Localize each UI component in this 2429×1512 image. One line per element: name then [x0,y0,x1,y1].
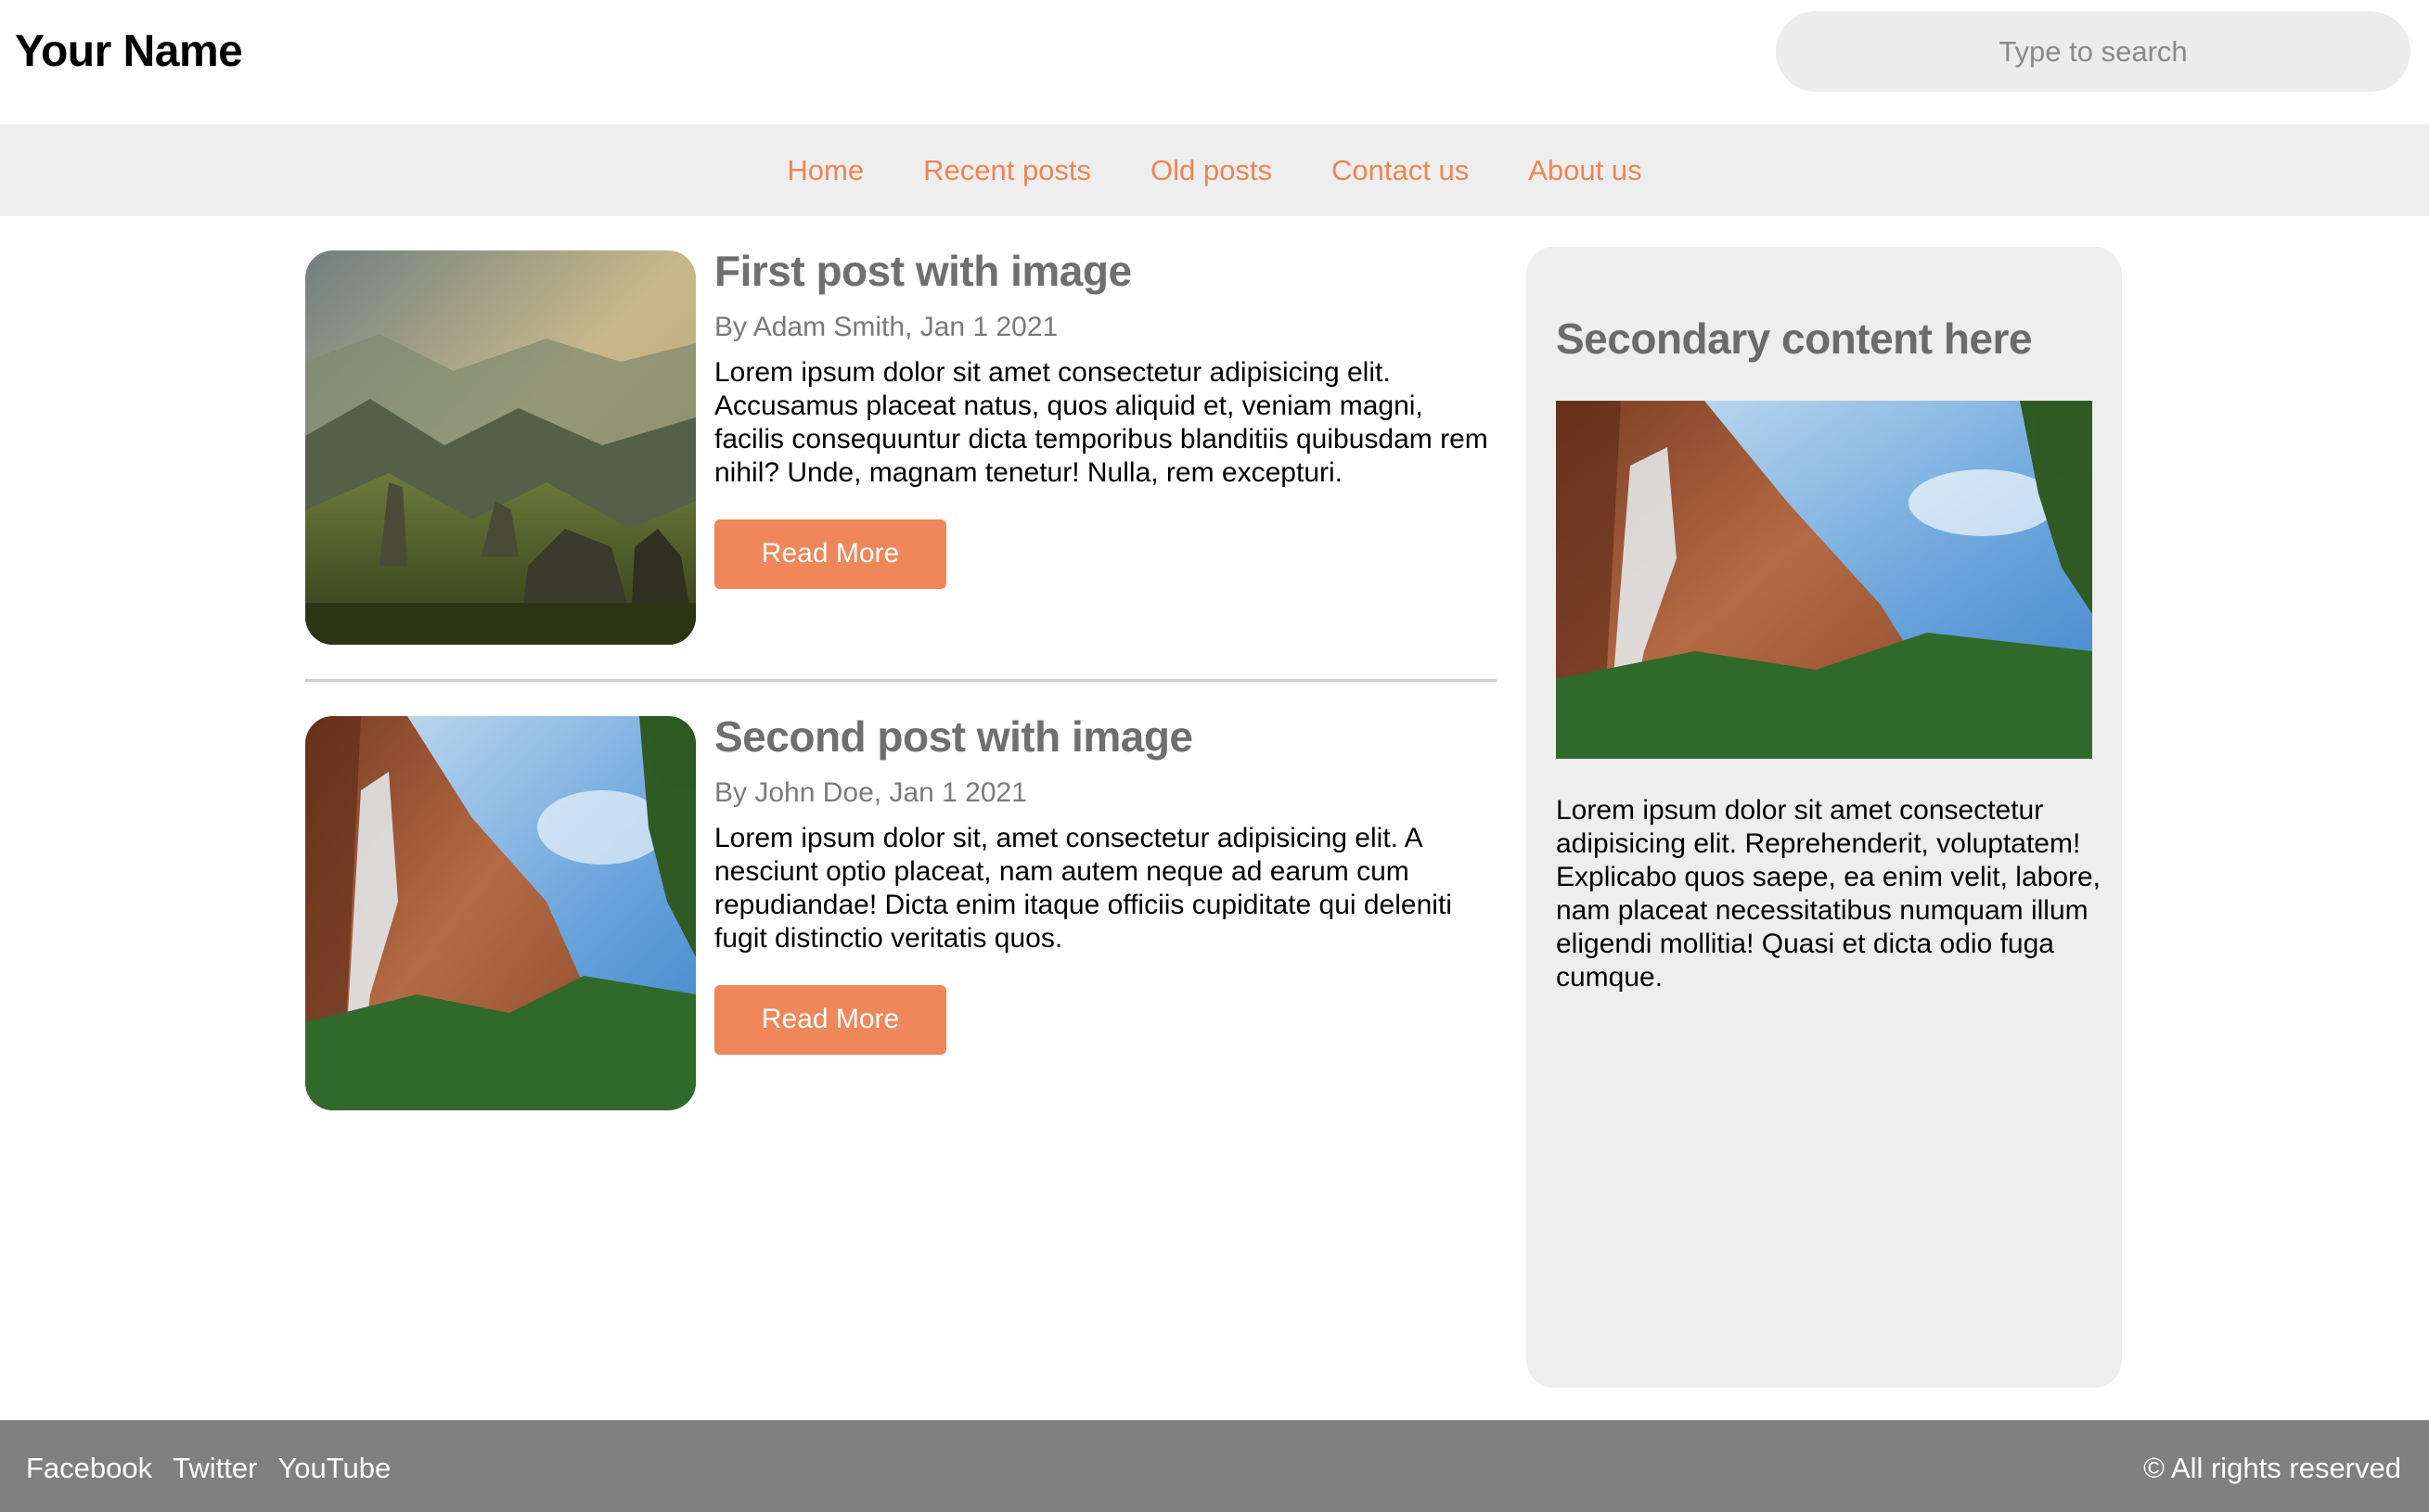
post-image-mountain [305,250,696,645]
youtube-link[interactable]: YouTube [277,1452,391,1485]
site-header: Your Name [0,0,2429,124]
nav-item-contact-us[interactable]: Contact us [1331,150,1469,191]
facebook-link[interactable]: Facebook [26,1452,152,1485]
main-nav: Home Recent posts Old posts Contact us A… [0,124,2429,216]
search-input[interactable] [1776,11,2410,92]
site-footer: Facebook Twitter YouTube © All rights re… [0,1420,2429,1512]
secondary-body: Lorem ipsum dolor sit amet consectetur a… [1556,795,2101,993]
post-title: Second post with image [714,712,1193,761]
site-brand: Your Name [15,27,243,76]
post-image-canyon [305,716,696,1110]
read-more-button[interactable]: Read More [714,984,946,1055]
twitter-link[interactable]: Twitter [173,1452,257,1485]
post-content: First post with image By Adam Smith, Jan… [714,247,1497,589]
post-byline: By John Doe, Jan 1 2021 [714,776,1027,808]
post-content: Second post with image By John Doe, Jan … [714,712,1497,1055]
copyright-text: © All rights reserved [2143,1452,2401,1484]
post-title: First post with image [714,247,1132,295]
post-body: Lorem ipsum dolor sit amet consectetur a… [714,356,1488,488]
nav-item-about-us[interactable]: About us [1528,150,1641,191]
nav-item-old-posts[interactable]: Old posts [1150,150,1272,191]
nav-item-recent-posts[interactable]: Recent posts [923,150,1091,191]
social-links: Facebook Twitter YouTube [26,1452,391,1485]
secondary-content: Secondary content here Lorem ipsum dolor… [1526,247,2122,1388]
read-more-button[interactable]: Read More [714,519,946,589]
post-body: Lorem ipsum dolor sit, amet consectetur … [714,822,1452,954]
secondary-image-canyon [1556,401,2092,759]
secondary-title: Secondary content here [1556,314,2033,363]
post-byline: By Adam Smith, Jan 1 2021 [714,311,1059,342]
post-divider [305,679,1497,682]
nav-item-home[interactable]: Home [787,150,864,191]
